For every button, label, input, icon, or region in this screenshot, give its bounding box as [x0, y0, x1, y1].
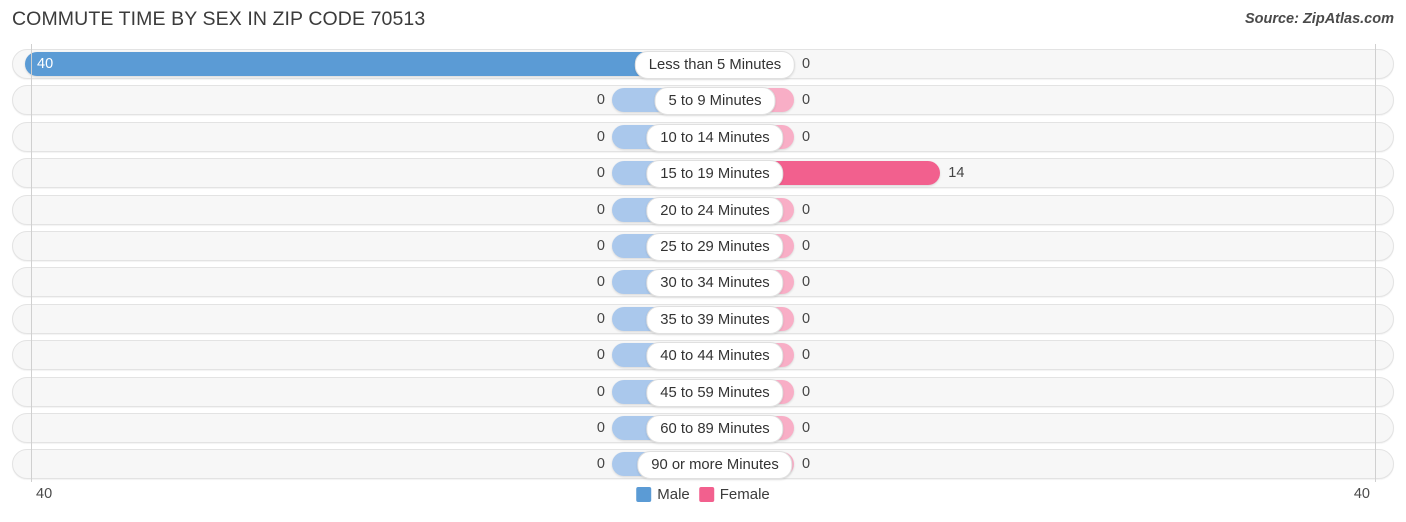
source-attribution: Source: ZipAtlas.com	[1244, 11, 1394, 27]
male-value-label: 0	[596, 383, 605, 400]
male-value-label: 0	[596, 310, 605, 327]
axis-line-right	[1375, 44, 1376, 482]
female-value-label: 0	[802, 128, 811, 145]
bar-row: 0 0 40 to 44 Minutes	[12, 340, 1394, 371]
female-value-label: 0	[802, 456, 811, 473]
female-value-label: 0	[802, 310, 811, 327]
female-value-label: 0	[802, 56, 811, 72]
category-label: 25 to 29 Minutes	[646, 233, 784, 261]
male-value-label: 0	[596, 456, 605, 473]
bar-row: 0 0 25 to 29 Minutes	[12, 231, 1394, 261]
female-value-label: 0	[802, 383, 811, 400]
axis-tick-left: 40	[36, 486, 53, 502]
legend-item-female[interactable]: Female	[698, 486, 770, 503]
male-value-label: 0	[596, 128, 605, 145]
male-value-label: 0	[596, 347, 605, 364]
legend-swatch-male-icon	[636, 487, 652, 502]
bar-row: 0 0 35 to 39 Minutes	[12, 303, 1394, 334]
bar-row: 0 0 45 to 59 Minutes	[12, 376, 1394, 407]
male-value-label: 0	[596, 420, 605, 436]
category-label: 90 or more Minutes	[637, 451, 793, 480]
male-value-label: 0	[596, 92, 605, 109]
female-value-label: 14	[948, 165, 965, 182]
chart-header: COMMUTE TIME BY SEX IN ZIP CODE 70513 So…	[0, 0, 1406, 44]
bar-row: 40 0 Less than 5 Minutes	[12, 49, 1394, 79]
category-label: 45 to 59 Minutes	[646, 378, 784, 407]
category-label: 5 to 9 Minutes	[654, 87, 776, 116]
page-title: COMMUTE TIME BY SEX IN ZIP CODE 70513	[12, 8, 426, 30]
male-value-label: 0	[596, 274, 605, 291]
legend-label-female: Female	[719, 486, 770, 503]
male-value-label: 0	[596, 238, 605, 254]
male-value-label: 0	[596, 201, 605, 218]
male-value-label: 40	[37, 56, 54, 72]
bar-row: 0 0 60 to 89 Minutes	[12, 413, 1394, 443]
legend-label-male: Male	[657, 486, 690, 503]
bar-row: 0 0 20 to 24 Minutes	[12, 194, 1394, 225]
plot-area: 40 0 Less than 5 Minutes 0 0 5 to 9 Minutes 0 0…	[0, 44, 1406, 482]
bar-row: 0 0 90 or more Minutes	[12, 449, 1394, 480]
bar-row: 0 0 5 to 9 Minutes	[12, 85, 1394, 116]
chart-footer: 40 40 Male Female	[0, 482, 1406, 522]
female-value-label: 0	[802, 347, 811, 364]
male-bar[interactable]	[25, 52, 703, 76]
commute-time-chart: COMMUTE TIME BY SEX IN ZIP CODE 70513 So…	[0, 0, 1406, 522]
category-label: 30 to 34 Minutes	[646, 269, 784, 298]
category-label: Less than 5 Minutes	[634, 51, 796, 79]
female-value-label: 0	[802, 420, 811, 436]
category-label: 20 to 24 Minutes	[646, 196, 784, 225]
category-label: 35 to 39 Minutes	[646, 305, 784, 334]
category-label: 15 to 19 Minutes	[646, 160, 784, 189]
legend-swatch-female-icon	[698, 487, 714, 502]
axis-line-left	[31, 44, 32, 482]
legend-item-male[interactable]: Male	[636, 486, 690, 503]
axis-tick-right: 40	[1353, 486, 1370, 502]
female-value-label: 0	[802, 274, 811, 291]
female-value-label: 0	[802, 201, 811, 218]
category-label: 40 to 44 Minutes	[646, 342, 784, 371]
bar-row: 0 0 10 to 14 Minutes	[12, 121, 1394, 152]
male-value-label: 0	[596, 165, 605, 182]
female-value-label: 0	[802, 92, 811, 109]
category-label: 60 to 89 Minutes	[646, 415, 784, 443]
category-label: 10 to 14 Minutes	[646, 123, 784, 152]
female-value-label: 0	[802, 238, 811, 254]
legend: Male Female	[636, 486, 770, 503]
bar-row: 0 0 30 to 34 Minutes	[12, 267, 1394, 298]
bar-row: 0 14 15 to 19 Minutes	[12, 158, 1394, 189]
